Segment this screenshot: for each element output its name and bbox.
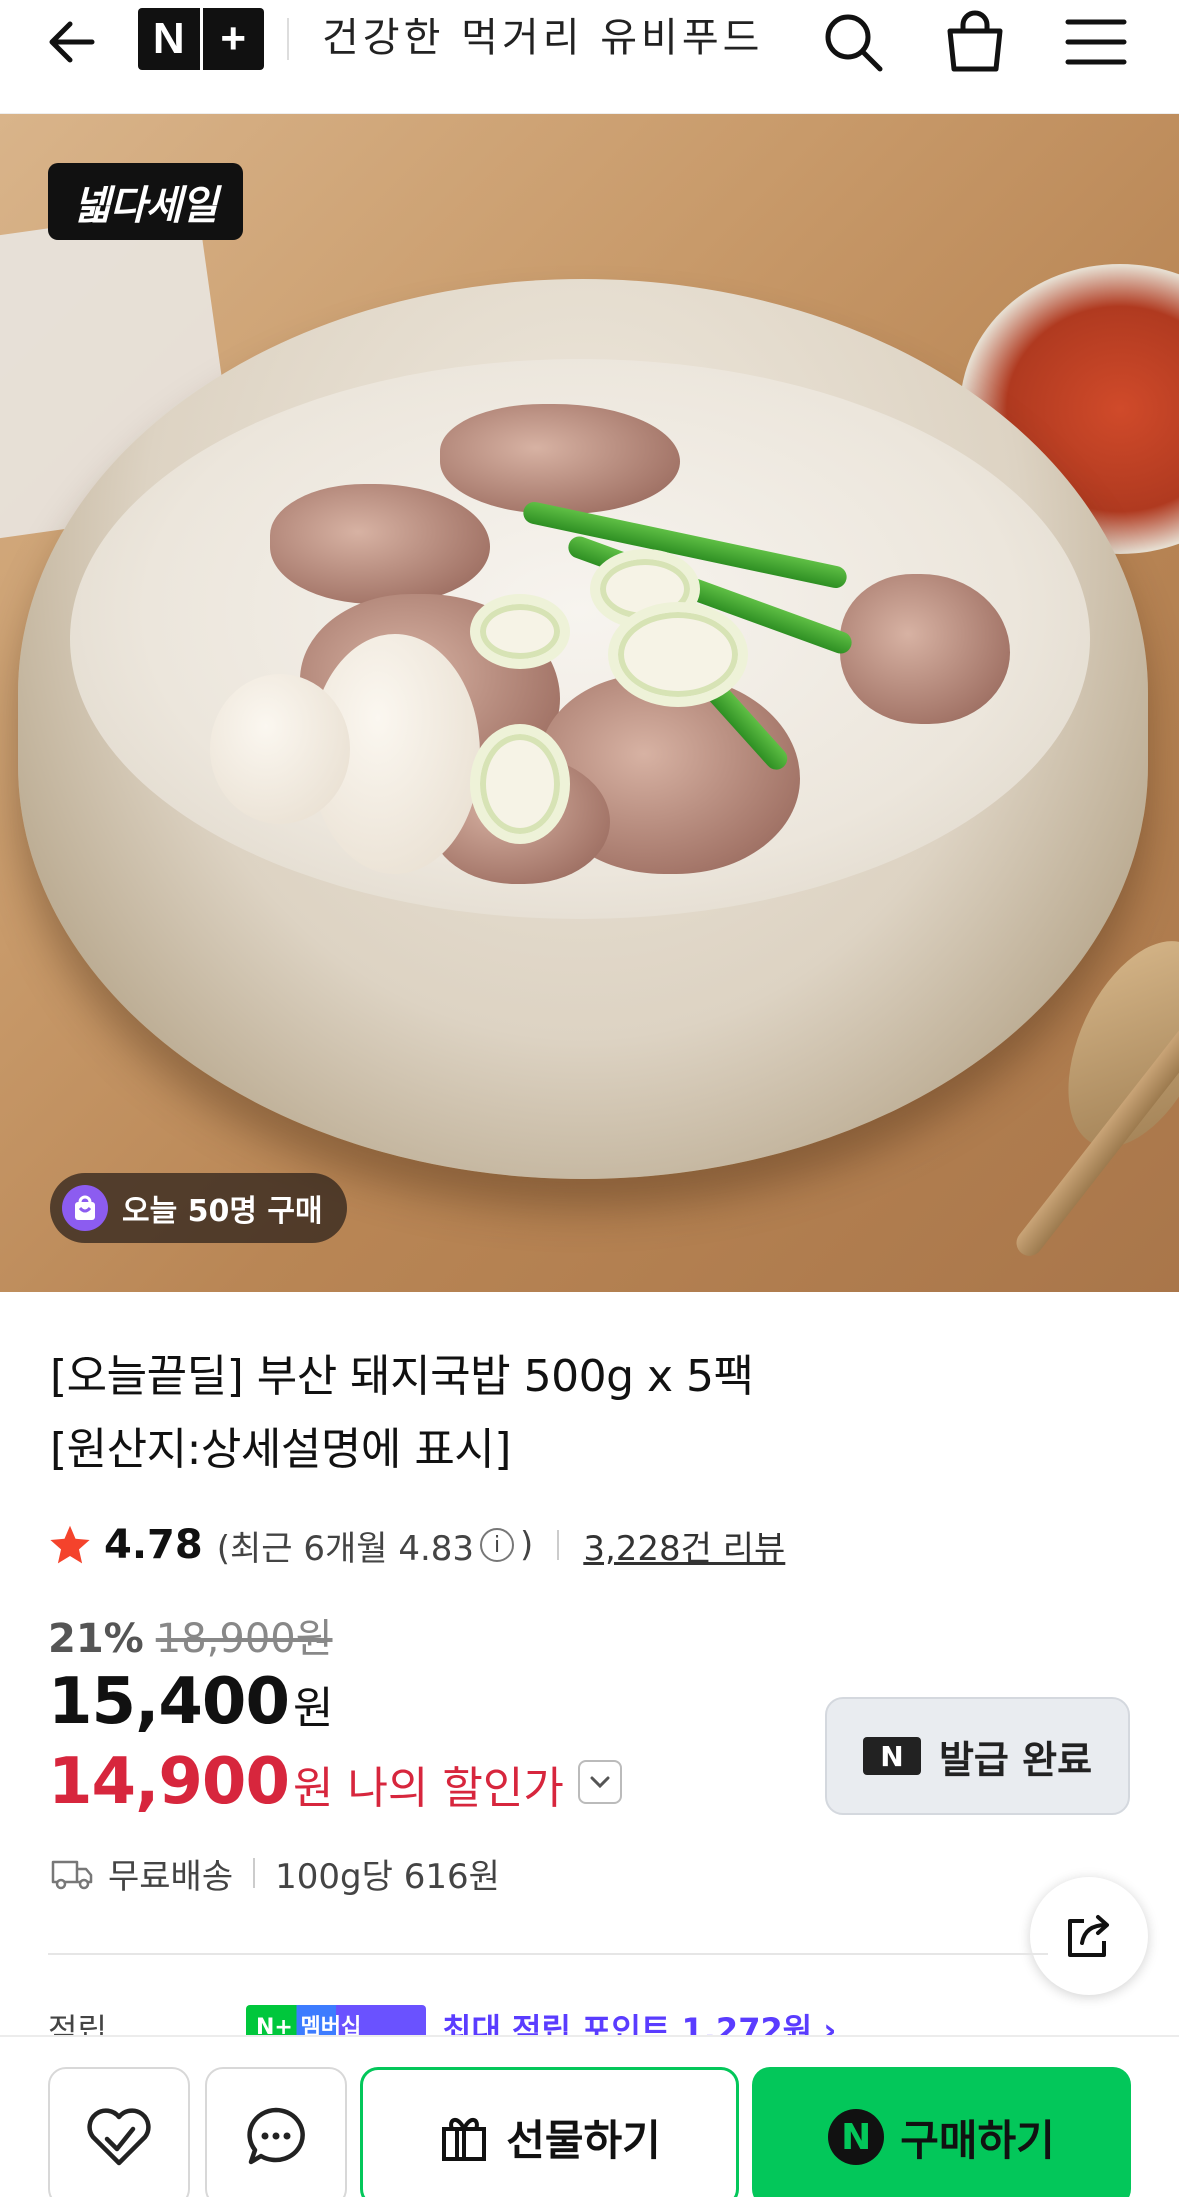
share-icon bbox=[1068, 1915, 1109, 1957]
arrow-left-icon bbox=[49, 21, 95, 63]
truck-icon bbox=[51, 1860, 93, 1890]
membership-badge: N+ 멤버십 bbox=[246, 2005, 426, 2039]
info-icon[interactable]: i bbox=[480, 1528, 515, 1562]
buyers-today-badge: 오늘 50명 구매 bbox=[50, 1173, 347, 1243]
search-icon bbox=[825, 14, 883, 72]
points-row[interactable]: 적립 N+ 멤버십 최대 적립 포인트 1,272원 › bbox=[48, 2005, 837, 2039]
buyers-today-text: 오늘 50명 구매 bbox=[122, 1194, 323, 1229]
shopping-bag-icon bbox=[947, 10, 1003, 72]
logo-n: N bbox=[138, 8, 203, 70]
my-price-expand-button[interactable] bbox=[577, 1760, 622, 1804]
logo-plus: + bbox=[220, 14, 247, 63]
shipping-text: 무료배송 bbox=[108, 1856, 234, 1897]
rating-separator bbox=[557, 1530, 560, 1560]
talk-talk-button[interactable] bbox=[205, 2067, 347, 2197]
my-discount-price: 14,900 원 나의 할인가 bbox=[48, 1745, 622, 1819]
sale-badge: 넯다세일 bbox=[48, 163, 243, 240]
chat-bubble-icon bbox=[247, 2107, 305, 2165]
menu-button[interactable] bbox=[1058, 4, 1134, 80]
my-price-label: 나의 할인가 bbox=[347, 1763, 564, 1814]
search-button[interactable] bbox=[815, 4, 891, 80]
my-price-unit: 원 bbox=[292, 1763, 334, 1814]
gift-label: 선물하기 bbox=[506, 2115, 661, 2165]
sale-price-unit: 원 bbox=[292, 1683, 334, 1734]
naver-pay-icon: N bbox=[828, 2109, 885, 2165]
bottom-action-bar: 선물하기 N 구매하기 bbox=[0, 2035, 1179, 2197]
product-title-line2: [원산지:상세설명에 표시] bbox=[50, 1424, 511, 1475]
rating-row: 4.78 (최근 6개월 4.83 i ) 3,228건 리뷰 bbox=[48, 1515, 785, 1575]
header-divider bbox=[287, 18, 289, 60]
store-name[interactable]: 건강한 먹거리 유비푸드 bbox=[322, 8, 763, 68]
points-text[interactable]: 최대 적립 포인트 1,272원 › bbox=[442, 2005, 837, 2039]
hamburger-menu-icon bbox=[1065, 19, 1127, 65]
cart-button[interactable] bbox=[937, 4, 1013, 80]
buy-label: 구매하기 bbox=[900, 2115, 1055, 2165]
original-price: 18,900원 bbox=[155, 1616, 333, 1662]
naver-coupon-icon: N bbox=[862, 1737, 921, 1775]
rating-score: 4.78 bbox=[104, 1522, 203, 1568]
product-title: [오늘끝딜] 부산 돼지국밥 500g x 5팩 [원산지:상세설명에 표시] bbox=[50, 1340, 1050, 1486]
gift-icon bbox=[442, 2118, 487, 2161]
my-price-value: 14,900 bbox=[48, 1745, 290, 1819]
points-label: 적립 bbox=[48, 2011, 107, 2039]
product-image[interactable] bbox=[0, 114, 1179, 1292]
coupon-label: 발급 완료 bbox=[938, 1737, 1093, 1782]
section-divider bbox=[48, 1953, 1048, 1955]
shipping-separator bbox=[253, 1858, 256, 1888]
shipping-row: 무료배송 100g당 616원 bbox=[50, 1848, 500, 1898]
product-title-line1: [오늘끝딜] 부산 돼지국밥 500g x 5팩 bbox=[50, 1351, 754, 1402]
discount-row: 21% 18,900원 bbox=[48, 1606, 333, 1664]
recent-rating-close: ) bbox=[520, 1525, 534, 1565]
gift-button[interactable]: 선물하기 bbox=[360, 2067, 739, 2197]
like-button[interactable] bbox=[48, 2067, 190, 2197]
buy-button[interactable]: N 구매하기 bbox=[752, 2067, 1131, 2197]
top-header: N + 건강한 먹거리 유비푸드 bbox=[0, 0, 1179, 114]
recent-rating: (최근 6개월 4.83 bbox=[216, 1528, 475, 1569]
star-icon bbox=[50, 1525, 90, 1564]
naver-plus-logo[interactable]: N + bbox=[138, 8, 264, 70]
reviews-link[interactable]: 3,228건 리뷰 bbox=[583, 1521, 785, 1570]
discount-percent: 21% bbox=[48, 1616, 144, 1662]
sale-price-value: 15,400 bbox=[48, 1665, 290, 1739]
coupon-issued-button[interactable]: N 발급 완료 bbox=[825, 1697, 1130, 1815]
shopping-bag-icon bbox=[62, 1185, 108, 1231]
unit-price: 100g당 616원 bbox=[275, 1856, 500, 1897]
sale-price: 15,400 원 bbox=[48, 1665, 333, 1739]
heart-check-icon bbox=[87, 2108, 151, 2166]
chevron-down-icon bbox=[590, 1776, 610, 1789]
share-button[interactable] bbox=[1030, 1877, 1148, 1995]
back-button[interactable] bbox=[40, 10, 104, 74]
